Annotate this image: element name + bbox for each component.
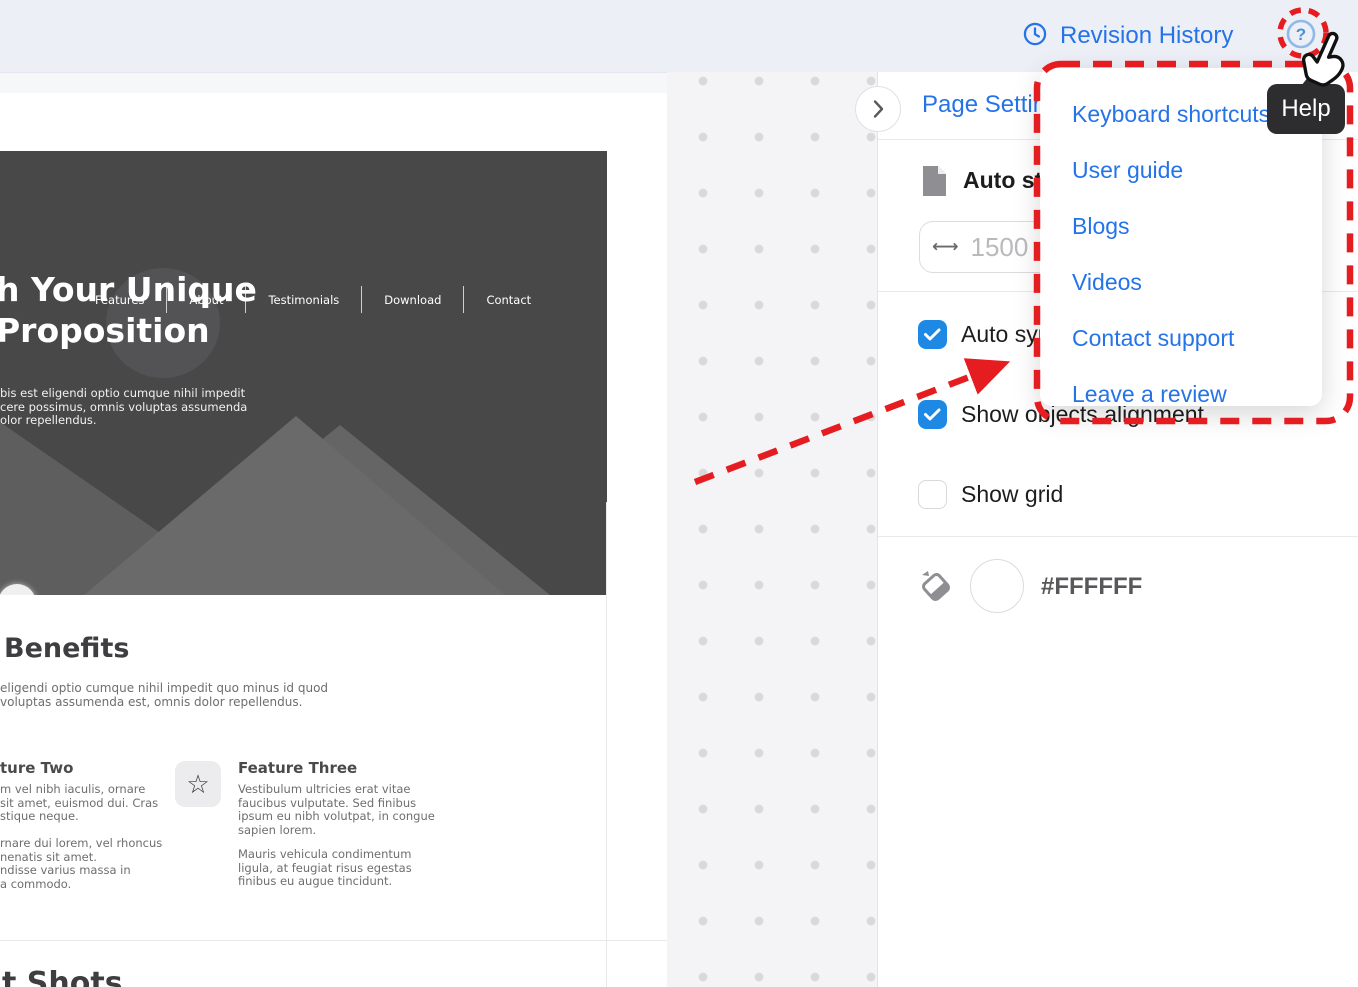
svg-text:?: ? — [1296, 25, 1306, 44]
mountains-graphic — [0, 415, 607, 595]
show-grid-label: Show grid — [961, 481, 1063, 508]
menu-item-contact-support[interactable]: Contact support — [1040, 310, 1322, 366]
feature-three-title: Feature Three — [238, 759, 357, 777]
nav-separator — [463, 286, 464, 313]
clock-icon — [1022, 21, 1048, 52]
check-icon — [924, 408, 941, 421]
section-divider — [0, 940, 667, 941]
menu-item-leave-a-review[interactable]: Leave a review — [1040, 366, 1322, 422]
paint-bucket-icon — [919, 569, 953, 606]
help-button[interactable]: ? — [1286, 19, 1316, 49]
feature-two-title: ture Two — [0, 759, 73, 777]
feature-three-paragraph-2: Mauris vehicula condimentum ligula, at f… — [238, 848, 412, 889]
question-circle-icon: ? — [1286, 36, 1316, 53]
star-icon: ☆ — [175, 761, 221, 807]
show-grid-checkbox[interactable] — [918, 480, 947, 509]
check-icon — [924, 328, 941, 341]
hero-section[interactable]: Features About Testimonials Download Con… — [0, 151, 607, 595]
page-icon — [921, 164, 948, 203]
benefits-paragraph: eligendi optio cumque nihil impedit quo … — [0, 681, 328, 709]
width-arrows-icon: ←→ — [932, 237, 957, 257]
feature-two-paragraph-1: m vel nibh iaculis, ornare sit amet, eui… — [0, 783, 158, 824]
editor-window: Revision History ? Features About Testim… — [0, 0, 1358, 987]
benefits-heading: Benefits — [4, 633, 129, 664]
feature-three-paragraph-1: Vestibulum ultricies erat vitae faucibus… — [238, 783, 435, 837]
tooltip-arrow — [1301, 71, 1325, 86]
nav-item-testimonials[interactable]: Testimonials — [268, 293, 339, 307]
menu-item-user-guide[interactable]: User guide — [1040, 142, 1322, 198]
fill-color-swatch[interactable] — [970, 559, 1024, 613]
canvas-page[interactable]: Features About Testimonials Download Con… — [0, 93, 667, 987]
nav-item-contact[interactable]: Contact — [486, 293, 531, 307]
menu-item-videos[interactable]: Videos — [1040, 254, 1322, 310]
chevron-right-icon — [872, 99, 885, 119]
page-edge-guide — [606, 502, 607, 987]
revision-history-label: Revision History — [1060, 22, 1233, 50]
help-tooltip: Help — [1267, 84, 1345, 134]
clipped-section-heading: t Shots — [2, 966, 123, 987]
tooltip-label: Help — [1281, 95, 1330, 123]
revision-history-button[interactable]: Revision History — [1022, 0, 1233, 72]
nav-separator — [361, 286, 362, 313]
nav-item-download[interactable]: Download — [384, 293, 441, 307]
show-grid-row[interactable]: Show grid — [918, 480, 1063, 509]
feature-two-paragraph-2: rnare dui lorem, vel rhoncus nenatis sit… — [0, 837, 162, 891]
hero-heading: h Your Unique Proposition — [0, 269, 257, 351]
auto-sync-checkbox[interactable] — [918, 320, 947, 349]
menu-item-blogs[interactable]: Blogs — [1040, 198, 1322, 254]
collapse-panel-button[interactable] — [855, 86, 901, 132]
show-objects-alignment-checkbox[interactable] — [918, 400, 947, 429]
panel-divider — [878, 536, 1358, 537]
fill-color-value: #FFFFFF — [1041, 573, 1142, 601]
workspace-dot-grid — [667, 72, 877, 987]
